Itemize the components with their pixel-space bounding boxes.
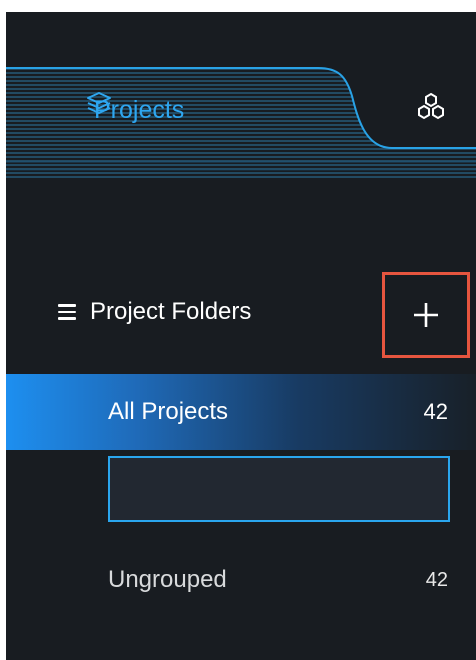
folder-item-count: 42 <box>423 399 448 424</box>
tab-bar-shape <box>6 67 476 180</box>
tab-projects[interactable]: Projects <box>86 90 184 130</box>
folder-item-ungrouped[interactable]: Ungrouped 42 <box>6 542 476 618</box>
folder-item-all-projects[interactable]: All Projects 42 <box>6 374 476 450</box>
folder-item-count: 42 <box>425 568 448 591</box>
project-folders-title: Project Folders <box>90 298 252 325</box>
folder-item-label: Ungrouped <box>108 566 227 593</box>
add-folder-button[interactable] <box>382 272 470 358</box>
hamburger-icon <box>58 304 76 320</box>
project-folders-header: Project Folders <box>58 292 251 332</box>
tab-resources[interactable] <box>416 92 452 128</box>
project-sidebar: Projects Project Folders All Projects 42 <box>6 12 476 660</box>
folder-item-label: All Projects <box>108 398 229 425</box>
tab-bar: Projects <box>6 12 476 182</box>
new-folder-name-input[interactable] <box>108 456 450 522</box>
plus-icon <box>414 303 438 327</box>
